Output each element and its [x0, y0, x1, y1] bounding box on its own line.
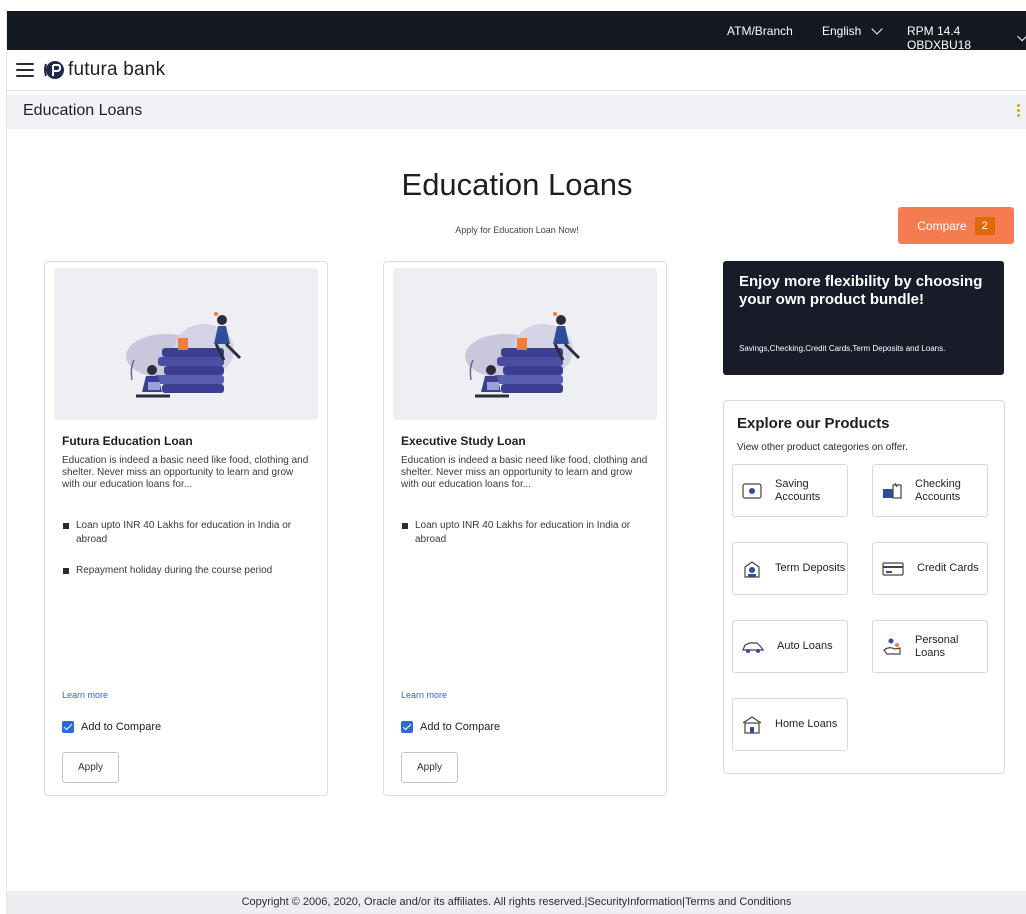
- category-checking-accounts[interactable]: Checking Accounts: [872, 464, 988, 517]
- compare-count-badge: 2: [974, 216, 995, 235]
- checkbox-checked-icon: [401, 721, 413, 733]
- user-menu[interactable]: RPM 14.4 OBDXBU18: [907, 24, 1026, 52]
- checking-accounts-icon: [883, 482, 902, 499]
- futura-logo-icon: [44, 61, 64, 79]
- language-label: English: [822, 24, 862, 38]
- category-label: Home Loans: [775, 718, 838, 730]
- education-illustration: [393, 268, 657, 420]
- promo-text: Savings,Checking,Credit Cards,Term Depos…: [739, 344, 946, 353]
- app-frame: ATM/Branch English RPM 14.4 OBDXBU18 fut…: [6, 11, 1026, 914]
- main-subheading: Apply for Education Loan Now!: [455, 225, 579, 235]
- category-saving-accounts[interactable]: Saving Accounts: [732, 464, 848, 517]
- category-label: Checking Accounts: [915, 477, 961, 503]
- credit-cards-icon: [882, 561, 904, 576]
- category-label: Term Deposits: [775, 562, 846, 574]
- add-to-compare-label: Add to Compare: [81, 721, 162, 733]
- learn-more-link[interactable]: Learn more: [62, 690, 108, 700]
- language-selector[interactable]: English: [822, 22, 884, 38]
- education-illustration: [54, 268, 318, 420]
- category-label: Credit Cards: [917, 562, 979, 574]
- feature-list: Loan upto INR 40 Lakhs for education in …: [62, 519, 318, 595]
- chevron-down-icon: [871, 22, 884, 35]
- student-illustration-icon: [126, 312, 242, 398]
- atm-branch-label: ATM/Branch: [727, 24, 793, 38]
- bundle-promo-banner[interactable]: Enjoy more flexibility by choosing your …: [723, 261, 1004, 375]
- feature-item: Loan upto INR 40 Lakhs for education in …: [401, 519, 657, 547]
- top-utility-bar: ATM/Branch English RPM 14.4 OBDXBU18: [7, 11, 1026, 52]
- page-footer: Copyright © 2006, 2020, Oracle and/or it…: [7, 891, 1026, 914]
- chevron-down-icon: [1017, 30, 1026, 41]
- saving-accounts-icon: [742, 482, 762, 499]
- feature-item: Repayment holiday during the course peri…: [62, 564, 318, 578]
- apply-button[interactable]: Apply: [401, 752, 458, 783]
- atm-branch-link[interactable]: ATM/Branch: [727, 24, 793, 38]
- brand-logo[interactable]: futura bank: [43, 59, 165, 81]
- student-illustration-icon: [465, 312, 581, 398]
- category-label: Auto Loans: [777, 640, 833, 652]
- compare-button-label: Compare: [917, 218, 967, 233]
- checkbox-checked-icon: [62, 721, 74, 733]
- add-to-compare-checkbox[interactable]: Add to Compare: [62, 721, 161, 733]
- menu-icon[interactable]: [16, 63, 34, 77]
- user-label: RPM 14.4 OBDXBU18: [907, 24, 972, 52]
- apply-button[interactable]: Apply: [62, 752, 119, 783]
- category-personal-loans[interactable]: Personal Loans: [872, 620, 988, 673]
- category-label: Personal Loans: [915, 633, 959, 659]
- category-label: Saving Accounts: [775, 477, 821, 503]
- category-credit-cards[interactable]: Credit Cards: [872, 542, 988, 595]
- promo-heading: Enjoy more flexibility by choosing your …: [739, 273, 983, 308]
- feature-list: Loan upto INR 40 Lakhs for education in …: [401, 519, 657, 564]
- term-deposits-icon: [744, 560, 760, 578]
- add-to-compare-checkbox[interactable]: Add to Compare: [401, 721, 500, 733]
- add-to-compare-label: Add to Compare: [420, 721, 501, 733]
- explore-heading: Explore our Products: [737, 415, 890, 432]
- page-title-bar: Education Loans: [7, 95, 1026, 129]
- home-loans-icon: [742, 715, 762, 734]
- more-options-icon[interactable]: [1017, 104, 1020, 117]
- learn-more-link[interactable]: Learn more: [401, 690, 447, 700]
- brand-name: futura bank: [68, 59, 166, 80]
- compare-button[interactable]: Compare 2: [898, 207, 1014, 244]
- personal-loans-icon: [883, 638, 901, 655]
- explore-products-panel: Explore our Products View other product …: [723, 400, 1005, 774]
- feature-item: Loan upto INR 40 Lakhs for education in …: [62, 519, 318, 547]
- product-title: Futura Education Loan: [62, 434, 193, 448]
- product-card: Futura Education Loan Education is indee…: [44, 261, 328, 796]
- page-title: Education Loans: [23, 102, 143, 119]
- auto-loans-icon: [742, 641, 765, 653]
- product-description: Education is indeed a basic need like fo…: [62, 455, 309, 490]
- app-header: futura bank: [7, 50, 1026, 91]
- product-card: Executive Study Loan Education is indeed…: [383, 261, 667, 796]
- explore-subheading: View other product categories on offer.: [737, 442, 908, 453]
- category-term-deposits[interactable]: Term Deposits: [732, 542, 848, 595]
- product-description: Education is indeed a basic need like fo…: [401, 455, 648, 490]
- main-heading: Education Loans: [401, 167, 633, 202]
- category-auto-loans[interactable]: Auto Loans: [732, 620, 848, 673]
- product-title: Executive Study Loan: [401, 434, 526, 448]
- category-home-loans[interactable]: Home Loans: [732, 698, 848, 751]
